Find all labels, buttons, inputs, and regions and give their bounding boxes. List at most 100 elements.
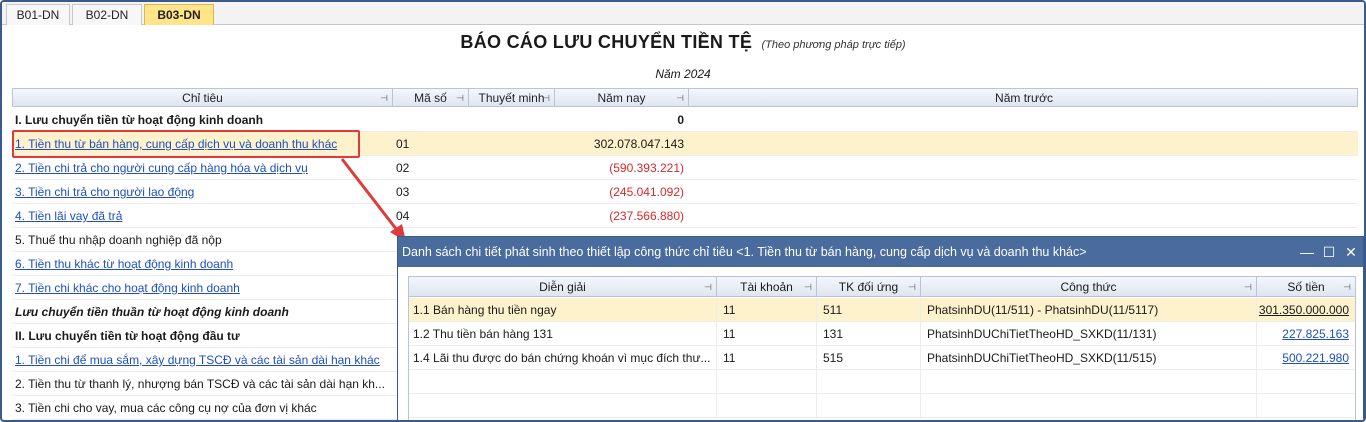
close-icon[interactable]: ✕ [1342,243,1360,261]
table-row[interactable]: 1.1 Bán hàng thu tiền ngay 11 511 Phatsi… [409,298,1355,322]
row-code [396,108,466,132]
col-header-so-tien[interactable]: Số tiền ⊣ [1257,277,1355,297]
cell-contra-account: 515 [817,346,921,370]
row-code: 03 [396,185,410,199]
cell-amount-link[interactable]: 227.825.163 [1257,322,1355,346]
col-header-ma-so[interactable]: Mã số ⊣ [393,89,469,107]
row-value: (245.041.092) [609,185,684,199]
cell-account: 11 [717,346,817,370]
popup-title: Danh sách chi tiết phát sinh theo thiết … [402,245,1087,259]
pin-icon[interactable]: ⊣ [456,89,464,107]
tab-b03-dn[interactable]: B03-DN [144,4,214,25]
cell-contra-account: 511 [817,298,921,322]
col-header-label: Chỉ tiêu [182,91,223,105]
pin-icon[interactable]: ⊣ [1244,277,1252,297]
col-header-label: Thuyết minh [478,91,545,105]
row-label: 5. Thuế thu nhập doanh nghiệp đã nộp [15,233,222,247]
cell-account: 11 [717,322,817,346]
row-label-link[interactable]: 3. Tiền chi trả cho người lao động [15,180,389,204]
empty-row [409,370,1355,394]
col-header-nam-nay[interactable]: Năm nay ⊣ [555,89,689,107]
col-header-label: Năm nay [597,91,646,105]
row-label: II. Lưu chuyển tiền từ hoạt động đầu tư [15,329,240,343]
maximize-icon[interactable]: ☐ [1320,243,1338,261]
col-header-thuyet-minh[interactable]: Thuyết minh ⊣ [469,89,555,107]
highlight-annotation-box [12,130,360,158]
pin-icon[interactable]: ⊣ [380,89,388,107]
report-title: BÁO CÁO LƯU CHUYỂN TIỀN TỆ [460,32,753,52]
pin-icon[interactable]: ⊣ [804,277,812,297]
empty-cell [409,370,717,394]
row-code: 01 [396,137,410,151]
popup-titlebar[interactable]: Danh sách chi tiết phát sinh theo thiết … [398,237,1363,267]
row-value: 0 [677,113,684,127]
row-label-link[interactable]: 1. Tiền chi để mua sắm, xây dựng TSCĐ và… [15,348,389,372]
row-code: 02 [396,161,410,175]
empty-cell [921,370,1257,394]
table-row[interactable]: 1.4 Lãi thu được do bán chứng khoán vì m… [409,346,1355,370]
col-header-nam-truoc[interactable]: Năm trước [689,89,1359,107]
row-value: 302.078.047.143 [593,137,684,151]
cell-desc: 1.1 Bán hàng thu tiền ngay [409,298,717,322]
col-header-label: TK đối ứng [838,280,899,294]
row-label: 3. Tiền chi cho vay, mua các công cụ nợ … [15,401,317,415]
col-header-dien-giai[interactable]: Diễn giải ⊣ [409,277,717,297]
cell-desc: 1.4 Lãi thu được do bán chứng khoán vì m… [409,346,717,370]
row-label: Lưu chuyển tiền thuần từ hoạt động kinh … [15,305,289,319]
minimize-icon[interactable]: — [1298,243,1316,261]
pin-icon[interactable]: ⊣ [542,89,550,107]
table-row[interactable]: 1.2 Thu tiền bán hàng 131 11 131 Phatsin… [409,322,1355,346]
pin-icon[interactable]: ⊣ [908,277,916,297]
empty-cell [409,394,717,418]
tab-b01-dn[interactable]: B01-DN [6,4,70,25]
row-label-link[interactable]: 7. Tiền chi khác cho hoạt động kinh doan… [15,276,389,300]
table-row[interactable]: 4. Tiền lãi vay đã trả 04 (237.566.880) [12,204,1358,228]
table-row[interactable]: 3. Tiền chi trả cho người lao động 03 (2… [12,180,1358,204]
row-label: I. Lưu chuyển tiền từ hoạt động kinh doa… [15,113,264,127]
cell-desc: 1.2 Thu tiền bán hàng 131 [409,322,717,346]
report-subtitle: (Theo phương pháp trực tiếp) [761,39,906,51]
report-window: B01-DN B02-DN B03-DN BÁO CÁO LƯU CHUYỂN … [0,0,1366,422]
pin-icon[interactable]: ⊣ [676,89,684,107]
empty-cell [717,370,817,394]
row-code: 04 [396,209,410,223]
detail-popup: Danh sách chi tiết phát sinh theo thiết … [397,236,1364,420]
cell-formula: PhatsinhDUChiTietTheoHD_SXKD(11/131) [921,322,1257,346]
col-header-tk-doi-ung[interactable]: TK đối ứng ⊣ [817,277,921,297]
pin-icon[interactable]: ⊣ [704,277,712,297]
col-header-label: Mã số [414,91,447,105]
table-row[interactable]: 2. Tiền chi trả cho người cung cấp hàng … [12,156,1358,180]
cell-formula: PhatsinhDU(11/511) - PhatsinhDU(11/5117) [921,298,1257,322]
col-header-chi-tieu[interactable]: Chỉ tiêu ⊣ [13,89,393,107]
row-label-link[interactable]: 4. Tiền lãi vay đã trả [15,204,389,228]
empty-row [409,394,1355,418]
cell-contra-account: 131 [817,322,921,346]
col-header-tai-khoan[interactable]: Tài khoản ⊣ [717,277,817,297]
row-label-link[interactable]: 6. Tiền thu khác từ hoạt động kinh doanh [15,252,389,276]
cell-amount-link[interactable]: 500.221.980 [1257,346,1355,370]
col-header-label: Công thức [1060,280,1117,294]
empty-cell [717,394,817,418]
empty-cell [921,394,1257,418]
report-header: BÁO CÁO LƯU CHUYỂN TIỀN TỆ (Theo phương … [2,32,1364,53]
detail-table-header: Diễn giải ⊣ Tài khoản ⊣ TK đối ứng ⊣ Công t… [409,277,1355,297]
detail-table: Diễn giải ⊣ Tài khoản ⊣ TK đối ứng ⊣ Công t… [408,276,1356,420]
col-header-label: Số tiền [1287,280,1325,294]
report-year: Năm 2024 [655,67,711,81]
pin-icon[interactable]: ⊣ [1343,277,1351,297]
cell-formula: PhatsinhDUChiTietTheoHD_SXKD(11/515) [921,346,1257,370]
row-value: (590.393.221) [609,161,684,175]
grid-header: Chỉ tiêu ⊣ Mã số ⊣ Thuyết minh ⊣ Năm nay ⊣ N… [12,88,1358,107]
cell-amount-link[interactable]: 301.350.000.000 [1257,298,1355,322]
row-label: 2. Tiền thu từ thanh lý, nhượng bán TSCĐ… [15,377,385,391]
table-row[interactable]: I. Lưu chuyển tiền từ hoạt động kinh doa… [12,108,1358,132]
empty-cell [817,370,921,394]
row-label-link[interactable]: 2. Tiền chi trả cho người cung cấp hàng … [15,156,389,180]
empty-cell [817,394,921,418]
col-header-label: Năm trước [995,91,1053,105]
tab-b02-dn[interactable]: B02-DN [72,4,142,25]
col-header-label: Tài khoản [740,280,793,294]
cell-account: 11 [717,298,817,322]
col-header-cong-thuc[interactable]: Công thức ⊣ [921,277,1257,297]
row-value: (237.566.880) [609,209,684,223]
